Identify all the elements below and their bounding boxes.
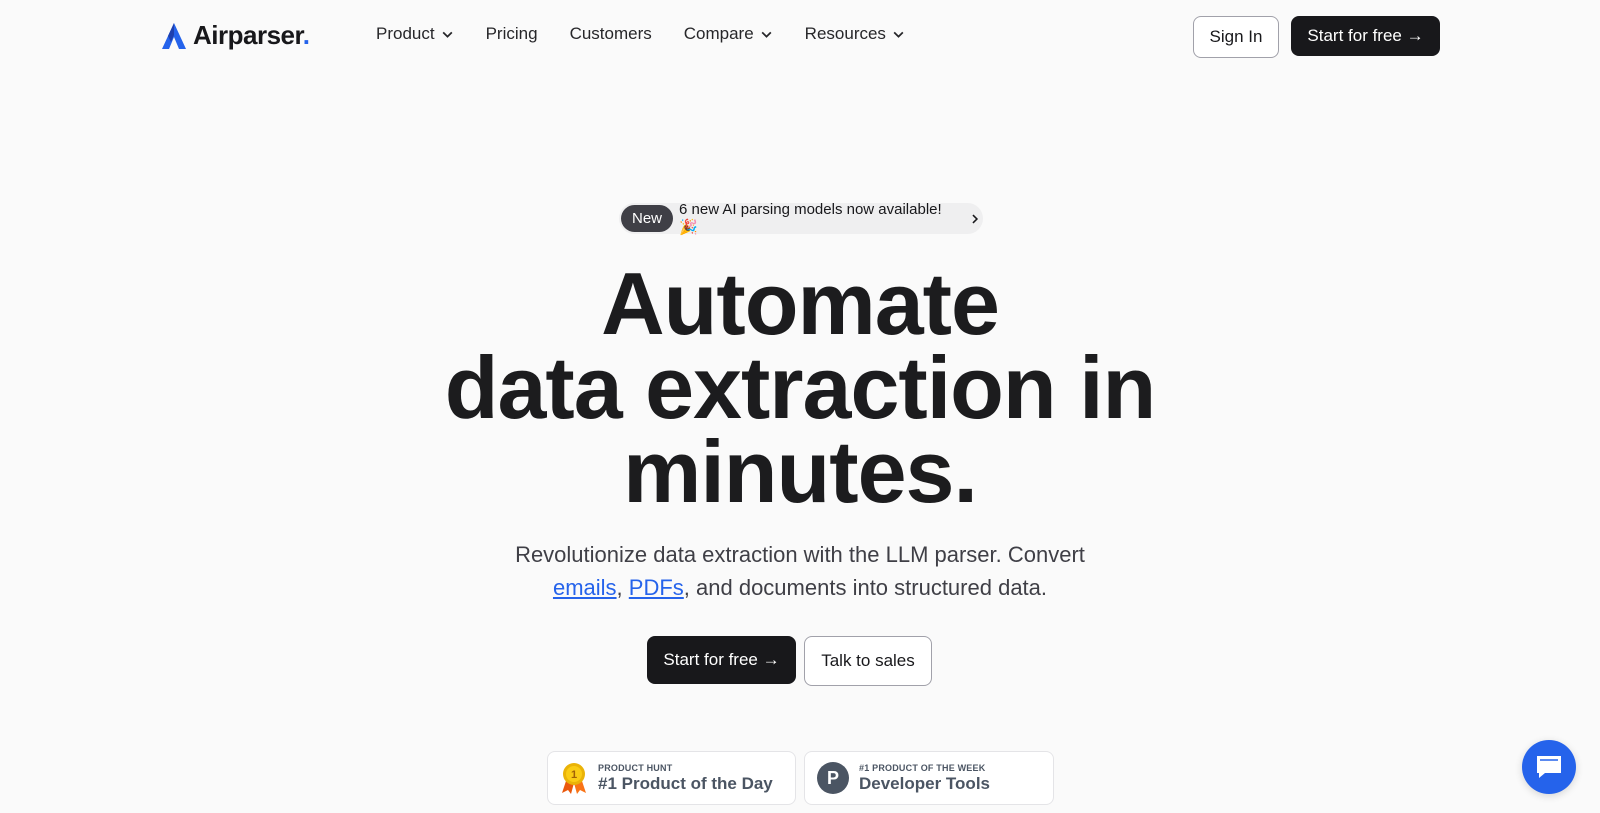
developer-tools-caption: #1 PRODUCT OF THE WEEK: [859, 762, 986, 773]
product-hunt-title: #1 Product of the Day: [598, 773, 773, 793]
start-free-hero-button[interactable]: Start for free →: [647, 636, 796, 684]
developer-tools-text: #1 PRODUCT OF THE WEEK Developer Tools: [859, 763, 990, 794]
nav-item-pricing-label: Pricing: [485, 24, 538, 43]
nav-item-product[interactable]: Product: [376, 24, 454, 44]
chevron-down-icon: [893, 31, 904, 38]
logo-text: Airparser.: [193, 20, 310, 50]
subtitle-text-2: , and documents into structured data.: [683, 575, 1048, 600]
chevron-right-icon: [972, 213, 979, 224]
nav-item-compare[interactable]: Compare: [684, 24, 773, 44]
nav-item-pricing[interactable]: Pricing: [486, 24, 538, 44]
hero-subtitle: Revolutionize data extraction with the L…: [0, 538, 1600, 604]
developer-tools-title: Developer Tools: [859, 773, 990, 793]
announcement-pill[interactable]: New 6 new AI parsing models now availabl…: [619, 201, 983, 236]
emails-link[interactable]: emails: [553, 575, 617, 600]
nav-item-compare-label: Compare: [683, 24, 754, 43]
product-hunt-text: PRODUCT HUNT #1 Product of the Day: [598, 763, 773, 794]
nav-item-resources[interactable]: Resources: [805, 24, 905, 44]
airparser-logo-icon: [162, 22, 186, 49]
pdfs-link[interactable]: PDFs: [629, 575, 684, 600]
chat-bubble-icon: [1537, 756, 1561, 778]
medal-icon: 1: [562, 763, 586, 794]
headline-line-1: Automate: [601, 254, 1000, 353]
nav-item-customers-label: Customers: [569, 24, 652, 43]
hero-headline: Automate data extraction in minutes.: [0, 254, 1600, 521]
svg-text:1: 1: [571, 769, 577, 781]
chevron-down-icon: [442, 31, 453, 38]
headline-line-3: minutes.: [623, 422, 978, 521]
product-hunt-badge[interactable]: 1 PRODUCT HUNT #1 Product of the Day: [547, 751, 796, 805]
nav-item-product-label: Product: [376, 24, 435, 43]
top-navigation: Airparser. Product Pricing Customers Com…: [0, 0, 1600, 72]
new-badge: New: [621, 205, 674, 232]
chat-widget-button[interactable]: [1522, 740, 1576, 794]
main-menu: Product Pricing Customers Compare Resour…: [376, 24, 937, 44]
announcement-text: 6 new AI parsing models now available! 🎉: [679, 201, 942, 236]
nav-item-customers[interactable]: Customers: [570, 24, 652, 44]
subtitle-comma: ,: [616, 575, 623, 600]
product-hunt-logo-icon: P: [817, 762, 849, 794]
start-free-nav-button[interactable]: Start for free →: [1291, 16, 1440, 56]
subtitle-text-1: Revolutionize data extraction with the L…: [515, 542, 1085, 567]
developer-tools-badge[interactable]: P #1 PRODUCT OF THE WEEK Developer Tools: [804, 751, 1054, 805]
headline-line-2: data extraction in: [444, 338, 1157, 437]
logo-link[interactable]: Airparser.: [159, 20, 310, 51]
sign-in-button[interactable]: Sign In: [1193, 16, 1279, 58]
product-hunt-caption: PRODUCT HUNT: [598, 762, 673, 773]
chevron-down-icon: [761, 31, 772, 38]
talk-to-sales-button[interactable]: Talk to sales: [804, 636, 932, 686]
nav-item-resources-label: Resources: [804, 24, 886, 43]
